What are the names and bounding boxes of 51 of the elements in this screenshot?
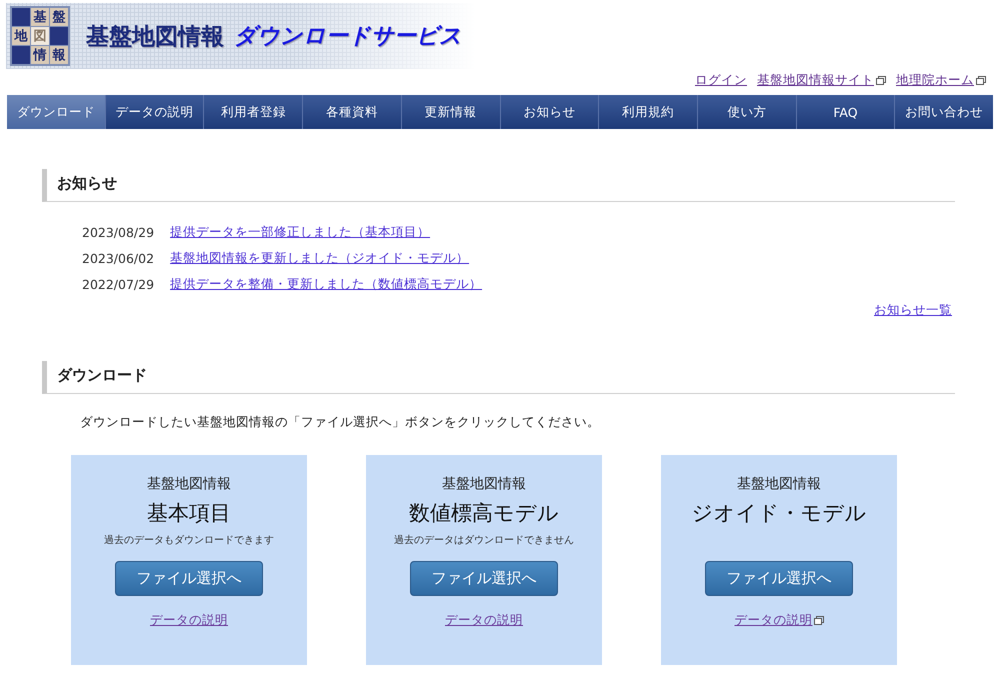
data-description-link[interactable]: データの説明: [734, 612, 812, 629]
logo-character: 地: [12, 27, 30, 45]
external-link-icon: [814, 616, 824, 625]
news-link[interactable]: 基盤地図情報を更新しました（ジオイド・モデル）: [170, 250, 470, 267]
file-select-button[interactable]: ファイル選択へ: [410, 561, 558, 596]
logo-tile: [50, 27, 68, 45]
file-select-button[interactable]: ファイル選択へ: [115, 561, 263, 596]
nav-tab[interactable]: お知らせ: [500, 95, 600, 129]
header-link[interactable]: ログイン: [695, 72, 747, 88]
site-title: 基盤地図情報: [86, 22, 224, 52]
section-heading: お知らせ: [42, 169, 955, 202]
data-description-link[interactable]: データの説明: [445, 612, 523, 629]
section-heading: ダウンロード: [42, 361, 955, 394]
news-date: 2023/06/02: [82, 251, 154, 266]
news-list-link[interactable]: お知らせ一覧: [874, 302, 952, 317]
logo-character: 情: [31, 46, 49, 64]
site-subtitle: ダウンロードサービス: [234, 23, 462, 51]
news-link[interactable]: 提供データを一部修正しました（基本項目）: [170, 224, 430, 241]
news-date: 2023/08/29: [82, 225, 154, 240]
nav-tab[interactable]: 使い方: [698, 95, 797, 129]
logo-tile: [12, 8, 30, 26]
external-link-icon: [876, 76, 886, 84]
file-select-button[interactable]: ファイル選択へ: [705, 561, 853, 596]
nav-tab[interactable]: 各種資料: [303, 95, 402, 129]
card-label: 基盤地図情報: [147, 475, 231, 493]
news-link[interactable]: 提供データを整備・更新しました（数値標高モデル）: [170, 276, 482, 293]
data-description-link[interactable]: データの説明: [150, 612, 228, 629]
header-link[interactable]: 基盤地図情報サイト: [757, 72, 874, 88]
nav-tab[interactable]: FAQ: [796, 95, 896, 129]
logo-character: 図: [31, 27, 49, 45]
card-title: 基本項目: [147, 500, 231, 527]
news-date: 2022/07/29: [82, 277, 154, 292]
card-title: 数値標高モデル: [409, 500, 559, 527]
card-note: 過去のデータもダウンロードできます: [104, 535, 274, 546]
nav-tab[interactable]: お問い合わせ: [895, 95, 994, 129]
nav-tab[interactable]: 更新情報: [402, 95, 501, 129]
logo-character: 基: [31, 8, 49, 26]
nav-tab[interactable]: データの説明: [106, 95, 204, 129]
header-link[interactable]: 地理院ホーム: [896, 72, 974, 88]
nav-tab[interactable]: 利用者登録: [204, 95, 304, 129]
card-note: 過去のデータはダウンロードできません: [394, 535, 574, 546]
logo-tile: [12, 46, 30, 64]
card-title: ジオイド・モデル: [692, 500, 866, 527]
logo-character: 報: [50, 46, 68, 64]
instruction-text: ダウンロードしたい基盤地図情報の「ファイル選択へ」ボタンをクリックしてください。: [80, 414, 601, 431]
logo-character: 盤: [50, 8, 68, 26]
card-label: 基盤地図情報: [737, 475, 821, 493]
external-link-icon: [976, 76, 986, 84]
nav-tab[interactable]: ダウンロード: [7, 95, 106, 129]
nav-tab[interactable]: 利用規約: [599, 95, 698, 129]
card-label: 基盤地図情報: [442, 475, 526, 493]
